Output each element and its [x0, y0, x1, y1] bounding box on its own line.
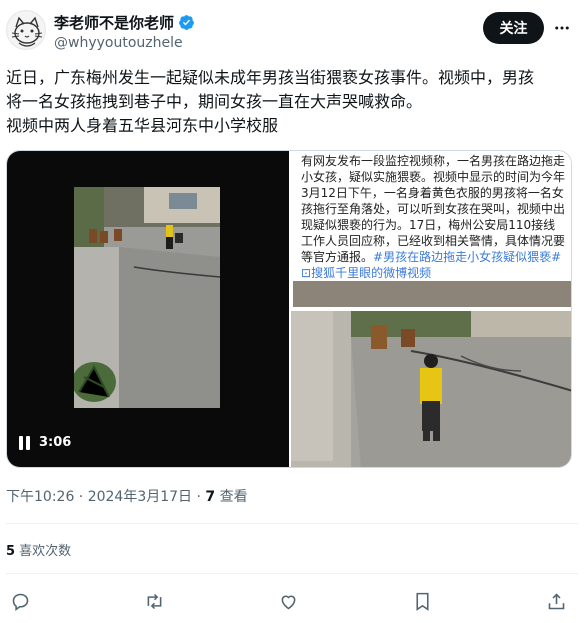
author-display-name[interactable]: 李老师不是你老师	[54, 12, 174, 33]
verified-badge-icon	[179, 15, 194, 30]
image-attachment[interactable]: 有网友发布一段监控视频称，一名男孩在路边拖走小女孩，疑似实施猥亵。视频中显示的时…	[291, 151, 571, 467]
tweet-text-line: 近日，广东梅州发生一起疑似未成年男孩当街猥亵女孩事件。视频中，男孩	[6, 68, 535, 87]
video-surveillance-scene	[74, 187, 220, 408]
screenshot-body-text: 有网友发布一段监控视频称，一名男孩在路边拖走小女孩，疑似实施猥亵。视频中显示的时…	[301, 154, 566, 264]
share-icon	[548, 592, 564, 609]
video-frame	[74, 187, 220, 408]
author-handle[interactable]: @whyyoutouzhele	[54, 35, 183, 51]
views-count: 7	[205, 489, 216, 505]
tweet-action-bar	[0, 586, 586, 616]
video-controls[interactable]: 3:06	[19, 435, 71, 450]
surveillance-photo	[291, 311, 571, 467]
reply-icon	[12, 593, 28, 611]
views-label: 查看	[215, 489, 248, 505]
tweet-text-line: 将一名女孩拖拽到巷子中，期间女孩一直在大声哭喊救命。	[6, 92, 423, 111]
video-player[interactable]: 3:06	[7, 151, 289, 467]
tweet-media: 3:06 有网友发布一段监控视频称，一名男孩在路边拖走小女孩，疑似实施猥亵。视频…	[6, 150, 572, 468]
retweet-button[interactable]	[140, 588, 168, 614]
more-dots-icon	[555, 26, 569, 30]
divider	[6, 523, 578, 524]
avatar[interactable]	[6, 10, 46, 50]
divider	[6, 573, 578, 574]
more-options-button[interactable]	[550, 16, 574, 40]
screenshot-hashtag: #男孩在路边拖走小女孩疑似猥亵#	[373, 250, 562, 264]
author-name-row[interactable]: 李老师不是你老师	[54, 12, 195, 33]
tweet-text: 近日，广东梅州发生一起疑似未成年男孩当街猥亵女孩事件。视频中，男孩 将一名女孩拖…	[6, 66, 578, 138]
surveillance-photo-scene	[291, 311, 571, 467]
like-button[interactable]	[274, 588, 302, 614]
likes-count: 5	[6, 544, 16, 559]
bookmark-button[interactable]	[408, 588, 436, 614]
cat-sketch-icon	[11, 16, 43, 47]
photo-strip	[293, 281, 571, 307]
tweet-meta: 下午10:26 · 2024年3月17日 · 7 查看	[6, 486, 248, 506]
tweet-header: 李老师不是你老师 @whyyoutouzhele 关注	[0, 0, 586, 62]
bookmark-icon	[415, 592, 429, 611]
pause-icon[interactable]	[19, 435, 31, 450]
likes-label: 喜欢次数	[15, 544, 72, 559]
likes-summary[interactable]: 5 喜欢次数	[6, 540, 71, 559]
video-duration: 3:06	[39, 435, 72, 450]
follow-button[interactable]: 关注	[483, 12, 544, 44]
tweet-timestamp[interactable]: 下午10:26 · 2024年3月17日 ·	[6, 489, 205, 505]
screenshot-video-link: 搜狐千里眼的微博视频	[311, 266, 432, 280]
tweet-text-line: 视频中两人身着五华县河东中小学校服	[6, 116, 279, 135]
reply-button[interactable]	[6, 588, 34, 614]
share-button[interactable]	[542, 588, 570, 614]
heart-icon	[281, 595, 295, 609]
retweet-icon	[147, 593, 161, 609]
